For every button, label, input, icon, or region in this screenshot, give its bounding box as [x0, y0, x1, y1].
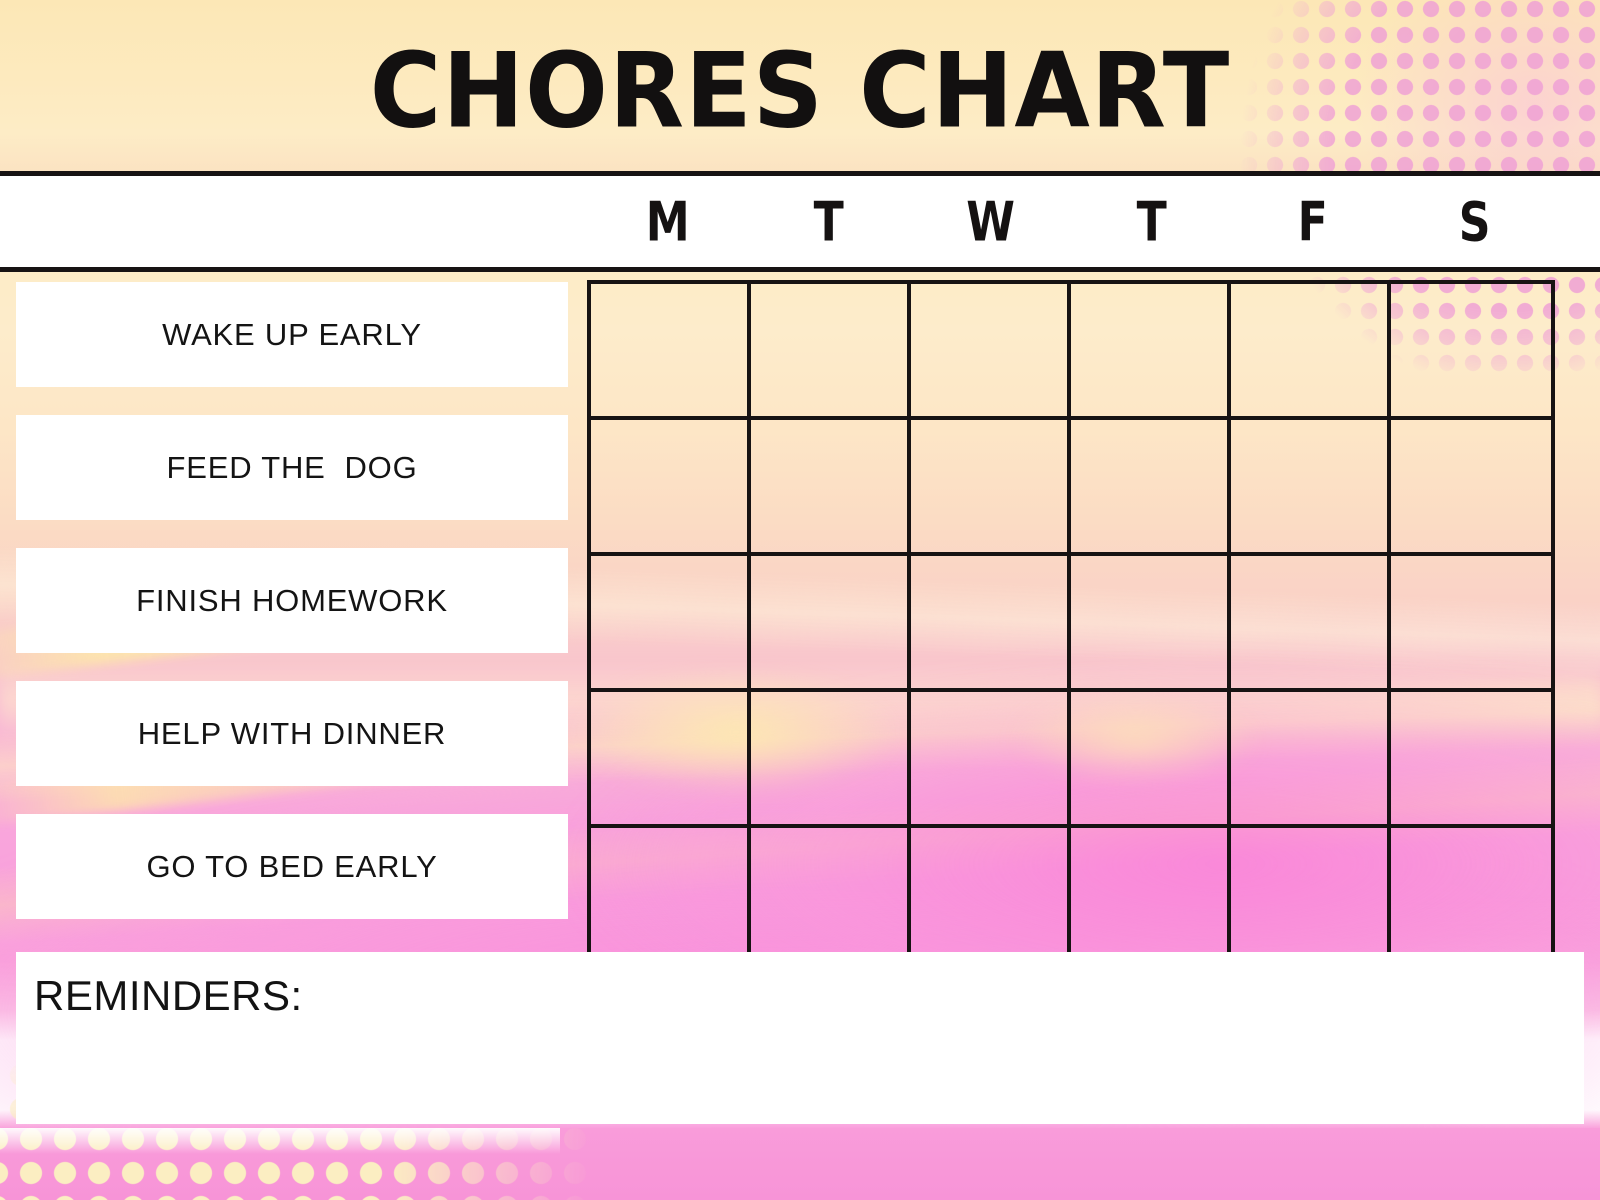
chart-body: WAKE UP EARLY FEED THE DOG FINISH HOMEWO… [0, 272, 1600, 1200]
chore-cell-go-to-bed-early-s-6[interactable] [1391, 828, 1551, 964]
chore-label-wake-up-early: WAKE UP EARLY [162, 316, 422, 352]
chore-label-help-with-dinner: HELP WITH DINNER [137, 715, 447, 751]
chore-cell-go-to-bed-early-t-2[interactable] [751, 828, 911, 964]
chore-cell-help-with-dinner-f-5[interactable] [1231, 692, 1391, 828]
chore-label-row: HELP WITH DINNER [16, 681, 568, 786]
chores-chart-poster: CHORES CHART M T W T F S WAKE UP EARLY F… [0, 0, 1600, 1200]
chore-cell-wake-up-early-s-6[interactable] [1391, 284, 1551, 420]
page-title: CHORES CHART [369, 31, 1231, 152]
chore-cell-finish-homework-w-3[interactable] [911, 556, 1071, 692]
chore-cell-wake-up-early-m-1[interactable] [591, 284, 751, 420]
chore-label-finish-homework: FINISH HOMEWORK [136, 582, 448, 618]
chore-label-row: GO TO BED EARLY [16, 814, 568, 919]
chore-cell-go-to-bed-early-w-3[interactable] [911, 828, 1071, 964]
chore-cell-finish-homework-f-5[interactable] [1231, 556, 1391, 692]
chore-cell-finish-homework-m-1[interactable] [591, 556, 751, 692]
chore-cell-finish-homework-t-2[interactable] [751, 556, 911, 692]
chore-cell-feed-the-dog-t-2[interactable] [751, 420, 911, 556]
day-header-monday: M [645, 189, 690, 254]
chore-cell-finish-homework-s-6[interactable] [1391, 556, 1551, 692]
chore-label-feed-the-dog: FEED THE DOG [166, 449, 418, 485]
chore-cell-wake-up-early-w-3[interactable] [911, 284, 1071, 420]
chore-label-go-to-bed-early: GO TO BED EARLY [146, 848, 438, 884]
chore-cell-feed-the-dog-s-6[interactable] [1391, 420, 1551, 556]
chore-label-row: FEED THE DOG [16, 415, 568, 520]
chore-cell-feed-the-dog-m-1[interactable] [591, 420, 751, 556]
day-header-saturday: S [1458, 189, 1491, 254]
day-header-thursday: T [1136, 189, 1167, 254]
chore-cell-feed-the-dog-f-5[interactable] [1231, 420, 1391, 556]
chore-cell-help-with-dinner-t-2[interactable] [751, 692, 911, 828]
chore-cell-go-to-bed-early-f-5[interactable] [1231, 828, 1391, 964]
chore-cell-wake-up-early-t-4[interactable] [1071, 284, 1231, 420]
chore-checkbox-grid [587, 280, 1555, 968]
chore-label-column: WAKE UP EARLY FEED THE DOG FINISH HOMEWO… [16, 282, 568, 947]
reminders-label: REMINDERS: [34, 972, 303, 1019]
chore-cell-help-with-dinner-m-1[interactable] [591, 692, 751, 828]
chore-cell-wake-up-early-t-2[interactable] [751, 284, 911, 420]
day-header-wednesday: W [965, 189, 1015, 254]
chore-cell-wake-up-early-f-5[interactable] [1231, 284, 1391, 420]
reminders-panel[interactable]: REMINDERS: [16, 952, 1584, 1124]
chore-cell-go-to-bed-early-m-1[interactable] [591, 828, 751, 964]
day-header-cells: M T W T F S [587, 176, 1555, 267]
chore-cell-feed-the-dog-w-3[interactable] [911, 420, 1071, 556]
day-header-tuesday: T [813, 189, 845, 254]
chore-cell-help-with-dinner-w-3[interactable] [911, 692, 1071, 828]
bottom-white-fade [0, 1128, 560, 1154]
chore-label-row: WAKE UP EARLY [16, 282, 568, 387]
chore-cell-help-with-dinner-t-4[interactable] [1071, 692, 1231, 828]
chore-cell-feed-the-dog-t-4[interactable] [1071, 420, 1231, 556]
chore-label-row: FINISH HOMEWORK [16, 548, 568, 653]
chore-cell-finish-homework-t-4[interactable] [1071, 556, 1231, 692]
day-header-friday: F [1297, 189, 1329, 254]
chore-cell-help-with-dinner-s-6[interactable] [1391, 692, 1551, 828]
chore-cell-go-to-bed-early-t-4[interactable] [1071, 828, 1231, 964]
